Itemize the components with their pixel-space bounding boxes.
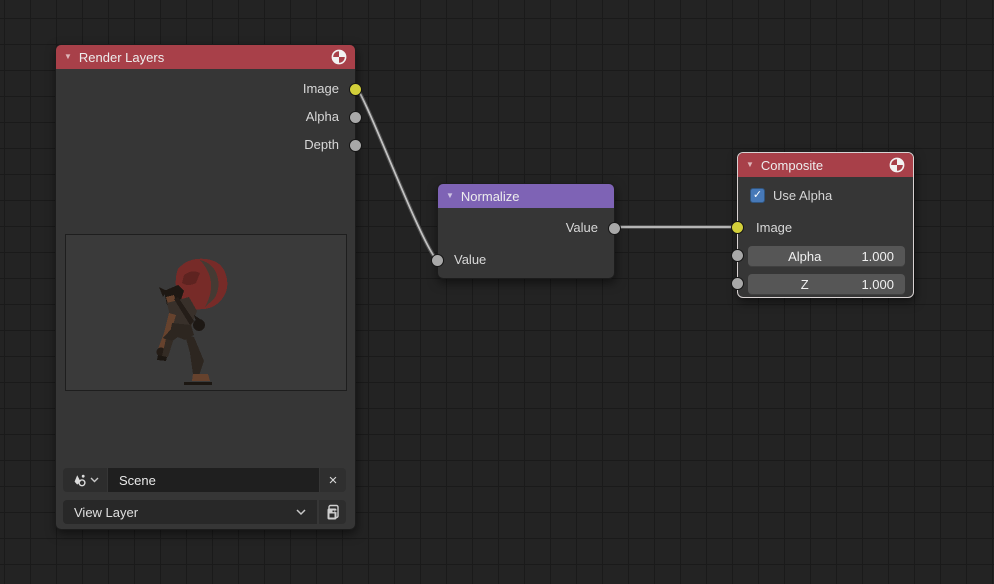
render-layers-icon — [325, 504, 341, 521]
slider-label: Z — [748, 277, 861, 292]
output-socket-alpha[interactable] — [349, 111, 362, 124]
use-alpha-row: ✓ Use Alpha — [750, 187, 832, 203]
composite-node[interactable]: ▼ Composite ✓ Use Alpha Image Alpha 1.00… — [737, 152, 914, 298]
chevron-down-icon — [296, 509, 306, 516]
z-slider[interactable]: Z 1.000 — [748, 274, 905, 295]
node-title: Normalize — [461, 189, 606, 204]
input-socket-z[interactable] — [731, 277, 744, 290]
render-result-icon — [889, 157, 905, 173]
view-layer-row: View Layer — [63, 500, 346, 524]
normalize-node[interactable]: ▼ Normalize Value Value — [437, 183, 615, 279]
scene-unlink-button[interactable]: × — [320, 468, 346, 492]
chevron-down-icon — [90, 477, 99, 483]
node-title: Render Layers — [79, 50, 324, 65]
collapse-triangle-icon[interactable]: ▼ — [446, 192, 454, 200]
composite-header[interactable]: ▼ Composite — [738, 153, 913, 177]
output-socket-value[interactable] — [608, 222, 621, 235]
close-icon: × — [329, 472, 338, 489]
render-result-icon — [331, 49, 347, 65]
output-label: Depth — [304, 137, 339, 153]
slider-value: 1.000 — [861, 249, 905, 264]
input-socket-value[interactable] — [431, 254, 444, 267]
check-icon: ✓ — [753, 190, 762, 201]
scene-name-field[interactable]: Scene — [108, 468, 319, 492]
input-socket-image[interactable] — [731, 221, 744, 234]
output-label: Alpha — [306, 109, 339, 125]
slider-value: 1.000 — [861, 277, 905, 292]
output-label: Image — [303, 81, 339, 97]
input-label: Image — [756, 220, 792, 236]
use-alpha-checkbox[interactable]: ✓ — [750, 188, 765, 203]
input-label: Value — [454, 252, 486, 268]
slider-label: Alpha — [748, 249, 861, 264]
alpha-slider[interactable]: Alpha 1.000 — [748, 246, 905, 267]
node-title: Composite — [761, 158, 882, 173]
scene-icon — [72, 473, 87, 488]
view-layer-dropdown[interactable]: View Layer — [63, 500, 317, 524]
output-socket-depth[interactable] — [349, 139, 362, 152]
view-layer-browse-button[interactable] — [319, 500, 346, 524]
render-layers-node[interactable]: ▼ Render Layers Image Alpha Depth — [55, 44, 356, 530]
scene-selector-row: Scene × — [63, 468, 346, 492]
collapse-triangle-icon[interactable]: ▼ — [64, 53, 72, 61]
node-editor-canvas[interactable]: ▼ Render Layers Image Alpha Depth — [0, 0, 994, 584]
output-label: Value — [566, 220, 598, 236]
normalize-header[interactable]: ▼ Normalize — [438, 184, 614, 208]
use-alpha-label: Use Alpha — [773, 188, 832, 203]
collapse-triangle-icon[interactable]: ▼ — [746, 161, 754, 169]
view-layer-value: View Layer — [74, 505, 296, 520]
scene-browse-button[interactable] — [63, 468, 107, 492]
input-socket-alpha[interactable] — [731, 249, 744, 262]
output-socket-image[interactable] — [349, 83, 362, 96]
render-layers-header[interactable]: ▼ Render Layers — [56, 45, 355, 69]
preview-image — [65, 234, 347, 391]
node-link[interactable] — [357, 88, 436, 259]
scene-name: Scene — [119, 473, 156, 488]
